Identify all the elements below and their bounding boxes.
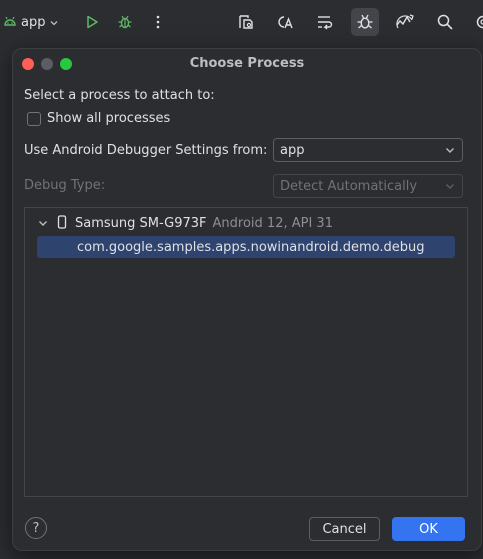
run-icon[interactable]	[78, 8, 106, 36]
profiler-icon[interactable]	[391, 8, 419, 36]
phone-icon	[57, 214, 67, 233]
help-label: ?	[32, 520, 40, 536]
debug-type-label: Debug Type:	[24, 178, 106, 193]
ok-button[interactable]: OK	[392, 517, 465, 541]
layout-inspector-icon[interactable]	[233, 8, 261, 36]
debug-type-select: Detect Automatically	[273, 174, 463, 198]
device-info: Android 12, API 31	[212, 215, 333, 231]
process-name: com.google.samples.apps.nowinandroid.dem…	[77, 239, 425, 255]
debugger-settings-label: Use Android Debugger Settings from:	[24, 143, 268, 158]
help-button[interactable]: ?	[25, 517, 47, 539]
chevron-down-icon	[49, 13, 59, 32]
show-all-processes-checkbox[interactable]	[27, 112, 41, 126]
process-item[interactable]: com.google.samples.apps.nowinandroid.dem…	[37, 236, 455, 258]
debug-icon[interactable]	[111, 8, 139, 36]
device-node[interactable]: Samsung SM-G973F Android 12, API 31	[37, 213, 333, 233]
chevron-down-icon	[444, 144, 456, 160]
dialog-titlebar: Choose Process	[13, 49, 481, 79]
chevron-down-icon	[444, 180, 456, 196]
more-icon[interactable]	[144, 8, 172, 36]
translate-icon[interactable]	[271, 8, 299, 36]
android-icon	[3, 13, 17, 32]
ide-toolbar: app	[0, 0, 483, 44]
search-icon[interactable]	[431, 8, 459, 36]
debugger-settings-select[interactable]: app	[273, 138, 463, 162]
apply-changes-icon[interactable]	[311, 8, 339, 36]
device-name: Samsung SM-G973F	[75, 215, 207, 231]
settings-icon[interactable]	[469, 8, 483, 36]
process-tree: Samsung SM-G973F Android 12, API 31 com.…	[24, 207, 468, 497]
cancel-button[interactable]: Cancel	[309, 517, 380, 541]
debug-type-value: Detect Automatically	[280, 178, 418, 194]
attach-debugger-icon[interactable]	[351, 8, 379, 36]
run-configuration-label: app	[21, 14, 46, 30]
dialog-title: Choose Process	[189, 56, 305, 71]
choose-process-dialog: Choose Process Select a process to attac…	[12, 48, 482, 551]
run-configuration-selector[interactable]: app	[3, 10, 59, 34]
select-process-prompt: Select a process to attach to:	[24, 88, 215, 103]
chevron-down-icon[interactable]	[37, 214, 49, 233]
debugger-settings-value: app	[280, 142, 305, 158]
show-all-processes-label[interactable]: Show all processes	[47, 111, 170, 126]
